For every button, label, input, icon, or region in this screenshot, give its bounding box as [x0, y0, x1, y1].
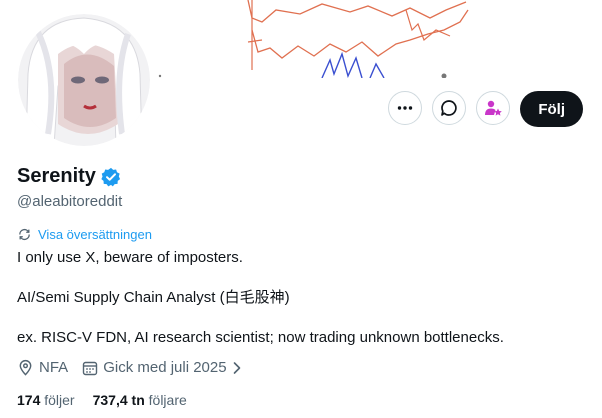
display-name: Serenity: [17, 165, 96, 187]
profile-bio: I only use X, beware of imposters. AI/Se…: [17, 248, 504, 348]
message-button[interactable]: [432, 91, 467, 125]
name-row: Serenity: [17, 165, 121, 188]
joined-text[interactable]: Gick med juli 2025: [103, 359, 226, 376]
calendar-icon: [82, 361, 98, 375]
following-count: 174: [17, 392, 41, 408]
follow-button[interactable]: Följ: [520, 91, 583, 127]
verified-badge-icon[interactable]: [101, 167, 121, 187]
joined-date[interactable]: Gick med juli 2025: [82, 359, 241, 376]
bio-line: AI/Semi Supply Chain Analyst (白毛股神): [17, 289, 290, 306]
message-bubble-icon: [441, 100, 458, 116]
following-stat[interactable]: 174 följer: [17, 392, 75, 408]
location: NFA: [17, 359, 68, 376]
more-horizontal-icon: [398, 106, 413, 110]
profile-actions: Följ: [388, 91, 583, 127]
subscribe-button[interactable]: [476, 91, 511, 125]
followers-stat[interactable]: 737,4 tn följare: [93, 392, 187, 408]
more-button[interactable]: [388, 91, 423, 125]
bio-line: I only use X, beware of imposters.: [17, 249, 243, 266]
translate-icon: [19, 228, 30, 241]
user-handle: @aleabitoreddit: [17, 193, 123, 210]
following-label: följer: [44, 392, 75, 408]
location-text: NFA: [39, 359, 69, 376]
bio-line: ex. RISC-V FDN, AI research scientist; n…: [17, 329, 504, 346]
followers-count: 737,4 tn: [92, 392, 145, 408]
followers-label: följare: [148, 392, 187, 408]
follow-stats: 174 följer 737,4 tn följare: [17, 392, 205, 408]
translate-label[interactable]: Visa översättningen: [38, 227, 152, 242]
chevron-right-icon: [233, 361, 240, 374]
profile-meta: NFA Gick med juli 2025: [17, 359, 256, 376]
translate-link[interactable]: Visa översättningen: [17, 227, 152, 242]
avatar[interactable]: [14, 10, 154, 150]
location-pin-icon: [19, 359, 32, 376]
avatar-illustration: [18, 14, 150, 146]
person-star-icon: [485, 100, 503, 116]
